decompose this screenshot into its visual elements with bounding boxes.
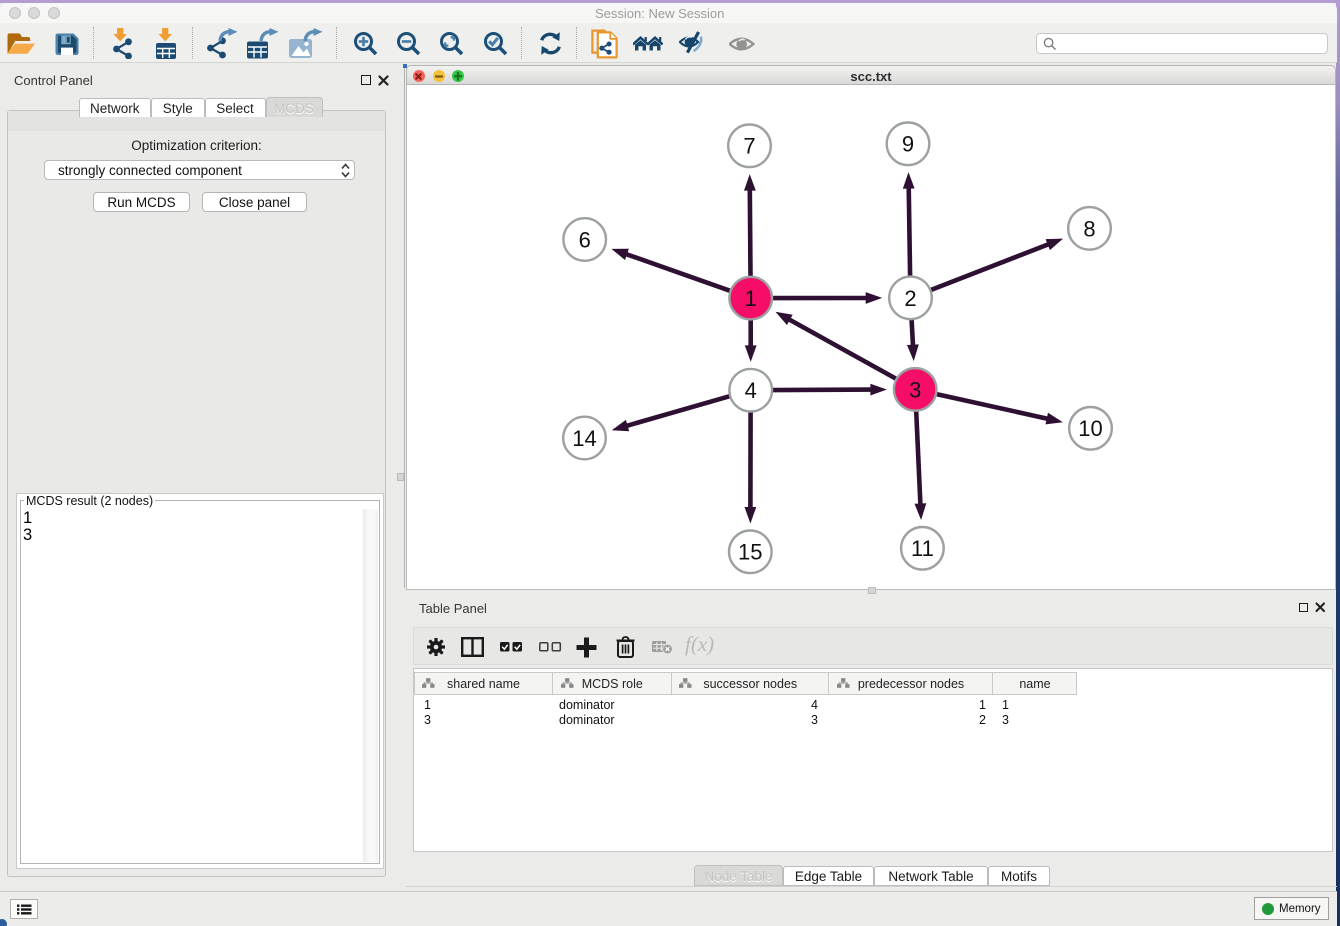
svg-text:7: 7: [743, 134, 755, 159]
svg-text:1: 1: [745, 286, 757, 311]
svg-text:2: 2: [904, 286, 916, 311]
svg-text:14: 14: [572, 426, 596, 451]
svg-text:10: 10: [1078, 416, 1102, 441]
svg-text:9: 9: [902, 132, 914, 157]
svg-text:11: 11: [911, 536, 934, 561]
svg-text:15: 15: [738, 540, 762, 565]
svg-text:8: 8: [1083, 216, 1095, 241]
svg-text:4: 4: [745, 378, 757, 403]
svg-text:3: 3: [909, 377, 921, 402]
svg-text:6: 6: [579, 227, 591, 252]
